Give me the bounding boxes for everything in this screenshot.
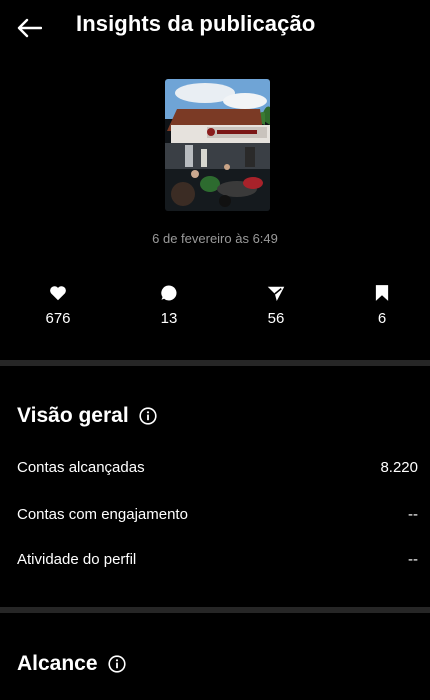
reach-title: Alcance [17, 652, 98, 675]
overview-title: Visão geral [17, 404, 129, 427]
post-date: 6 de fevereiro às 6:49 [152, 231, 278, 246]
comments-count: 13 [160, 310, 178, 327]
post-image [165, 79, 270, 211]
comments-stat[interactable]: 13 [134, 282, 204, 327]
overview-row-reached[interactable]: Contas alcançadas 8.220 [17, 459, 418, 476]
row-value: 8.220 [380, 459, 418, 476]
overview-section-title: Visão geral [17, 404, 157, 428]
heart-icon [50, 286, 66, 301]
section-divider [0, 360, 430, 366]
saves-count: 6 [377, 310, 387, 327]
row-label: Contas com engajamento [17, 506, 188, 523]
overview-row-engaged[interactable]: Contas com engajamento -- [17, 506, 418, 523]
shares-stat[interactable]: 56 [241, 282, 311, 327]
info-icon[interactable] [107, 655, 126, 673]
overview-row-profile-activity[interactable]: Atividade do perfil -- [17, 551, 418, 568]
arrow-left-icon [17, 18, 42, 38]
section-divider [0, 607, 430, 613]
info-icon[interactable] [139, 407, 157, 425]
shares-count: 56 [267, 310, 285, 327]
saves-stat[interactable]: 6 [347, 282, 417, 327]
post-thumbnail[interactable] [165, 79, 270, 211]
send-icon [267, 286, 285, 301]
top-bar: Insights da publicação [0, 0, 430, 56]
likes-count: 676 [45, 310, 71, 327]
row-value: -- [408, 506, 418, 523]
reach-section-title: Alcance [17, 652, 126, 676]
likes-stat[interactable]: 676 [23, 282, 93, 327]
comment-icon [161, 285, 177, 301]
page-title: Insights da publicação [76, 11, 316, 36]
bookmark-icon [375, 285, 389, 301]
row-value: -- [408, 551, 418, 568]
back-button[interactable] [14, 13, 44, 43]
row-label: Atividade do perfil [17, 551, 137, 568]
row-label: Contas alcançadas [17, 459, 145, 476]
